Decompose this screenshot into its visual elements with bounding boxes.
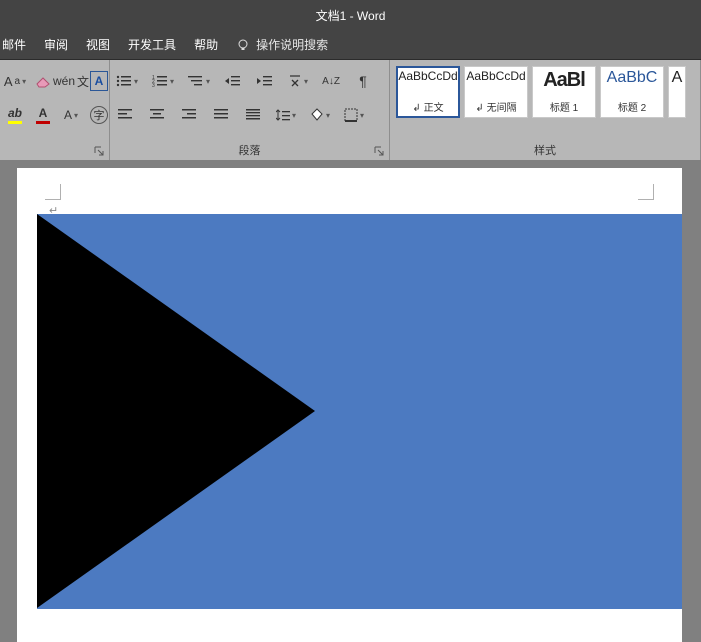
margin-corner-top-left — [45, 184, 61, 200]
bullets-button[interactable]: ▾ — [116, 71, 138, 91]
align-left-button[interactable] — [116, 105, 134, 125]
styles-gallery: AaBbCcDd ↲ 正文 AaBbCcDd ↲ 无间隔 AaBl 标题 1 A… — [396, 66, 694, 120]
enclose-characters-button[interactable]: 字 — [90, 106, 108, 124]
style-heading-1[interactable]: AaBl 标题 1 — [532, 66, 596, 118]
shading-button[interactable]: ▾ — [310, 105, 330, 125]
borders-button[interactable]: ▾ — [344, 105, 364, 125]
svg-text:3: 3 — [152, 83, 155, 88]
justify-button[interactable] — [212, 105, 230, 125]
group-styles: AaBbCcDd ↲ 正文 AaBbCcDd ↲ 无间隔 AaBl 标题 1 A… — [390, 60, 701, 160]
line-spacing-button[interactable]: ▾ — [276, 105, 296, 125]
tab-view[interactable]: 视图 — [86, 36, 110, 53]
tell-me-search[interactable]: 操作说明搜索 — [236, 36, 328, 53]
align-right-button[interactable] — [180, 105, 198, 125]
character-border-button[interactable]: A — [90, 71, 108, 91]
tab-review[interactable]: 审阅 — [44, 36, 68, 53]
paragraph-group-label: 段落 — [110, 142, 389, 158]
group-font: Aa▾ wén 文 A ab A A▾ 字 — [0, 60, 110, 160]
ribbon: Aa▾ wén 文 A ab A A▾ 字 — [0, 60, 701, 160]
triangle-shape[interactable] — [37, 214, 315, 608]
font-color-button[interactable]: A — [34, 105, 52, 125]
paragraph-dialog-launcher[interactable] — [373, 145, 385, 157]
sort-button[interactable]: A↓Z — [322, 71, 340, 91]
lightbulb-icon — [236, 38, 250, 52]
style-normal[interactable]: AaBbCcDd ↲ 正文 — [396, 66, 460, 118]
font-dialog-launcher[interactable] — [93, 145, 105, 157]
page[interactable]: ↵ — [17, 168, 682, 642]
numbering-button[interactable]: 123▾ — [152, 71, 174, 91]
style-more[interactable]: A — [668, 66, 686, 118]
multilevel-list-button[interactable]: ▾ — [188, 71, 210, 91]
window-titlebar: 文档1 - Word — [0, 0, 701, 30]
change-case-button[interactable]: Aa▾ — [6, 71, 24, 91]
decrease-indent-button[interactable] — [224, 71, 242, 91]
tab-help[interactable]: 帮助 — [194, 36, 218, 53]
clear-formatting-button[interactable] — [34, 71, 52, 91]
text-highlight-button[interactable]: ab — [6, 105, 24, 125]
group-paragraph: ▾ 123▾ ▾ ▾ A↓Z ¶ — [110, 60, 390, 160]
distributed-button[interactable] — [244, 105, 262, 125]
margin-corner-top-right — [638, 184, 654, 200]
styles-group-label: 样式 — [390, 142, 700, 158]
show-hide-marks-button[interactable]: ¶ — [354, 71, 372, 91]
style-heading-2[interactable]: AaBbC 标题 2 — [600, 66, 664, 118]
tell-me-label: 操作说明搜索 — [256, 36, 328, 53]
ribbon-tabs: 邮件 审阅 视图 开发工具 帮助 操作说明搜索 — [0, 30, 701, 60]
character-scaling-button[interactable]: A▾ — [62, 105, 80, 125]
align-center-button[interactable] — [148, 105, 166, 125]
style-no-spacing[interactable]: AaBbCcDd ↲ 无间隔 — [464, 66, 528, 118]
phonetic-guide-button[interactable]: wén 文 — [62, 71, 80, 91]
tab-developer[interactable]: 开发工具 — [128, 36, 176, 53]
window-title: 文档1 - Word — [316, 7, 386, 24]
increase-indent-button[interactable] — [256, 71, 274, 91]
asian-layout-button[interactable]: ▾ — [288, 71, 308, 91]
tab-mailings[interactable]: 邮件 — [2, 36, 26, 53]
document-area: ↵ — [0, 160, 701, 642]
